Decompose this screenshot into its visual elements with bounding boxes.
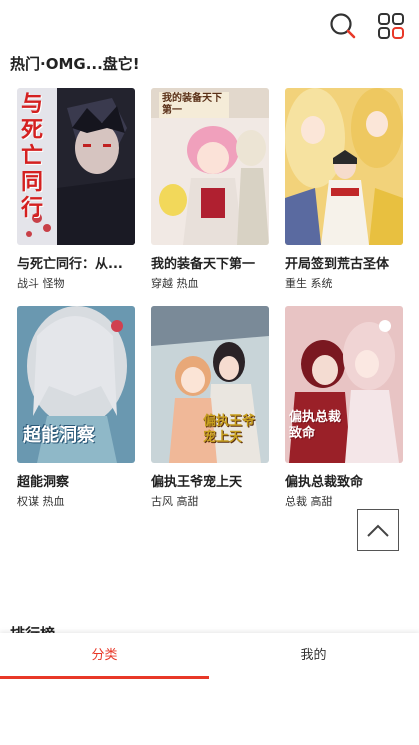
comic-tags: 总裁 高甜 [285,495,333,508]
comic-title: 超能洞察 [17,475,70,490]
comic-tags: 重生 系统 [285,277,333,290]
cover-title: 我的装备天下第一 [159,92,229,118]
comic-cover[interactable]: 我的装备天下第一 [151,88,269,245]
tab-mine[interactable]: 我的 [209,633,418,679]
comic-title: 开局签到荒古圣体 [285,257,390,272]
comic-cover[interactable]: 超能洞察 [17,306,135,463]
comic-title: 我的装备天下第一 [151,257,256,272]
comic-tags: 穿越 热血 [151,277,199,290]
comic-card[interactable]: 我的装备天下第一 我的装备天下第一 穿越 热血 [151,88,269,291]
comic-card[interactable]: 与死亡同行 与死亡同行：从... 战斗 怪物 [17,88,135,291]
cover-title: 超能洞察 [23,425,95,446]
comic-tags: 权谋 热血 [17,495,65,508]
comic-tags: 战斗 怪物 [17,277,65,290]
cover-title: 偏执总裁致命 [289,410,342,441]
comic-cover[interactable] [285,88,403,245]
comic-card[interactable]: 偏执总裁致命 偏执总裁致命 总裁 高甜 [285,306,403,509]
grid-menu-icon[interactable] [377,12,405,40]
comic-title: 偏执总裁致命 [285,475,364,490]
comic-title: 与死亡同行：从... [17,257,123,272]
cover-title: 与死亡同行 [21,92,44,221]
comic-tags: 古风 高甜 [151,495,199,508]
comic-card[interactable]: 开局签到荒古圣体 重生 系统 [285,88,403,291]
back-to-top-button[interactable] [357,509,399,551]
comic-title: 偏执王爷宠上天 [151,475,243,490]
search-icon[interactable] [329,12,357,40]
comic-cover[interactable]: 偏执王爷宠上天 [151,306,269,463]
section-title: 热门·OMG...盘它! [10,55,140,73]
page: 热门·OMG...盘它! 与死亡同行 与死亡同行：从... 战斗 怪物 我的装备… [0,0,419,745]
comic-card[interactable]: 偏执王爷宠上天 偏执王爷宠上天 古风 高甜 [151,306,269,509]
bottom-tab-bar: 分类 我的 [0,633,419,745]
comic-card[interactable]: 超能洞察 超能洞察 权谋 热血 [17,306,135,509]
tab-category[interactable]: 分类 [0,633,209,679]
cover-title: 偏执王爷宠上天 [203,414,256,445]
comic-cover[interactable]: 偏执总裁致命 [285,306,403,463]
comic-cover[interactable]: 与死亡同行 [17,88,135,245]
top-bar [0,0,419,52]
chevron-up-icon [367,524,389,537]
